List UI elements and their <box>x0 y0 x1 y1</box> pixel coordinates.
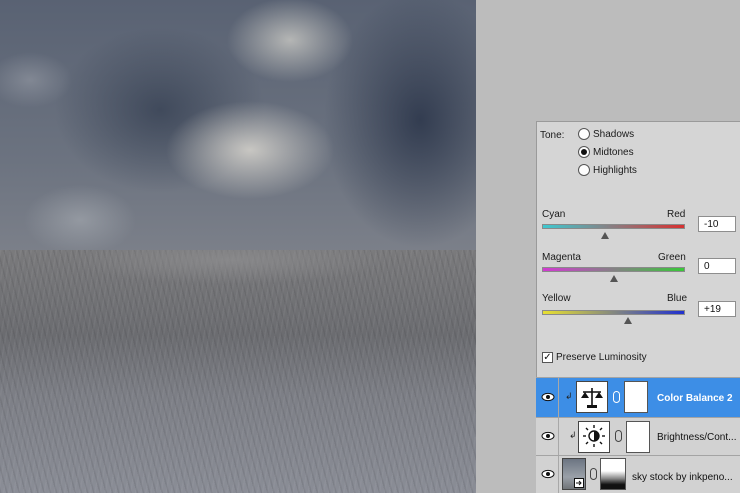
layer-name[interactable]: Color Balance 2 <box>657 393 733 404</box>
magenta-green-value-field[interactable]: 0 <box>698 258 736 274</box>
slider-left-label-cyan: Cyan <box>542 209 566 220</box>
clipping-arrow-icon: ↲ <box>569 430 577 440</box>
smart-object-icon <box>562 458 586 490</box>
color-balance-icon <box>576 381 608 413</box>
preserve-luminosity-checkbox[interactable]: ✓ <box>542 352 553 363</box>
radio-button[interactable] <box>578 128 590 140</box>
radio-label: Highlights <box>593 165 637 176</box>
radio-button[interactable] <box>578 164 590 176</box>
column-divider <box>558 418 559 455</box>
column-divider <box>558 378 559 417</box>
eye-icon[interactable] <box>541 431 555 441</box>
slider-left-label-yellow: Yellow <box>542 293 571 304</box>
preserve-luminosity-label: Preserve Luminosity <box>556 352 647 363</box>
brightness-contrast-icon <box>578 421 610 453</box>
slider-right-label-blue: Blue <box>667 293 688 304</box>
radio-button[interactable] <box>578 146 590 158</box>
radio-label: Shadows <box>593 129 635 140</box>
cyan-red-slider-thumb[interactable] <box>600 232 609 239</box>
column-divider <box>558 456 559 493</box>
magenta-green-slider-track[interactable] <box>542 267 685 272</box>
color-balance-panel: Tone: Shadows Midtones Highlights Cyan R… <box>536 121 740 377</box>
layer-row-brightness-contrast[interactable]: ↲ Brightness/Cont... <box>536 417 740 455</box>
link-icon[interactable] <box>613 391 620 403</box>
layer-mask-thumbnail[interactable] <box>624 381 648 413</box>
magenta-green-slider-thumb[interactable] <box>609 275 618 282</box>
link-icon[interactable] <box>615 430 622 442</box>
layer-row-color-balance[interactable]: ↲ Color Balance 2 <box>536 377 740 417</box>
layer-mask-thumbnail[interactable] <box>600 458 626 490</box>
clipping-arrow-icon: ↲ <box>565 391 573 401</box>
link-icon[interactable] <box>590 468 597 480</box>
eye-icon[interactable] <box>541 392 555 402</box>
layer-mask-thumbnail[interactable] <box>626 421 650 453</box>
cyan-red-value-field[interactable]: -10 <box>698 216 736 232</box>
canvas-photo[interactable] <box>0 0 476 493</box>
slider-right-label-red: Red <box>667 209 686 220</box>
cyan-red-slider-track[interactable] <box>542 224 685 229</box>
stormy-sky <box>0 0 476 268</box>
eye-icon[interactable] <box>541 469 555 479</box>
slider-right-label-green: Green <box>658 252 686 263</box>
layer-name[interactable]: sky stock by inkpeno... <box>632 472 733 483</box>
tone-label: Tone: <box>540 130 565 141</box>
layer-row-sky-stock[interactable]: sky stock by inkpeno... <box>536 455 740 493</box>
slider-left-label-magenta: Magenta <box>542 252 581 263</box>
yellow-blue-slider-track[interactable] <box>542 310 685 315</box>
radio-label: Midtones <box>593 147 634 158</box>
yellow-blue-slider-thumb[interactable] <box>623 317 632 324</box>
layer-name[interactable]: Brightness/Cont... <box>657 432 736 443</box>
grass-field <box>0 250 476 493</box>
yellow-blue-value-field[interactable]: +19 <box>698 301 736 317</box>
